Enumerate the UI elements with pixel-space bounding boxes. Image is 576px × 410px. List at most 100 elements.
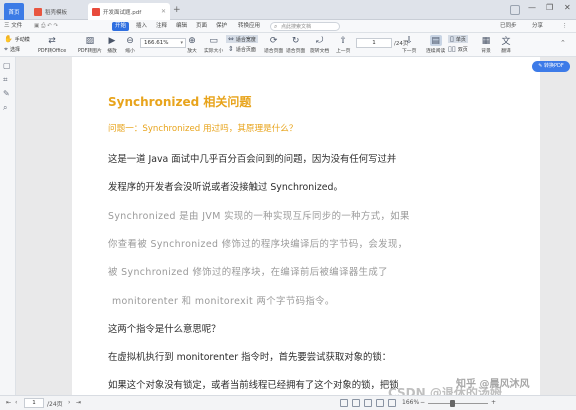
single-view-icon[interactable] xyxy=(364,399,372,407)
translate-button[interactable]: 文翻译 xyxy=(500,35,512,54)
zoom-out-button[interactable]: ⊖ 缩小 xyxy=(124,35,136,55)
maximize-icon[interactable]: ❐ xyxy=(546,3,553,12)
search-input[interactable]: ⌕ 点此搜索文档 xyxy=(270,22,340,31)
paragraph-line-4: 你查看被 Synchronized 修饰过的程序块编译后的字节码，会发现， xyxy=(108,239,408,250)
rotate-right-icon: ↻ xyxy=(291,35,300,46)
hand-tool-label: 手动模 xyxy=(14,36,30,43)
tab-home[interactable]: 首页 xyxy=(4,3,24,20)
left-sidebar: ▢ ⌗ ✎ ⌕ xyxy=(0,57,16,395)
bookmark-icon[interactable]: ⌗ xyxy=(3,75,8,85)
pdf-to-office-button[interactable]: ⇄ PDF转Office xyxy=(38,35,67,55)
translate-icon: 文 xyxy=(501,37,511,47)
rotate-right-button[interactable]: ↻ 适合页面 xyxy=(286,35,305,55)
document-area[interactable]: Synchronized 相关问题 问题一：Synchronized 用过吗，其… xyxy=(16,57,576,395)
select-tool-button[interactable]: ⌖ 选择 xyxy=(4,45,20,54)
zoom-slider-thumb[interactable] xyxy=(450,400,455,407)
single-page-button[interactable]: ▯ 单页 xyxy=(448,35,468,43)
tab-bar: 首页 稻壳模板 开发面试题.pdf ✕ + — ❐ ✕ xyxy=(0,0,576,20)
menu-start[interactable]: 开始 xyxy=(112,22,130,31)
convert-pdf-button[interactable]: ✎ 转换PDF xyxy=(532,61,570,72)
menu-insert[interactable]: 插入 xyxy=(136,22,147,31)
file-menu[interactable]: 三 文件 xyxy=(4,22,22,31)
status-zoom-value: 166% xyxy=(402,399,420,406)
quick-access-icons[interactable]: ▣ ⎙ ↶ ↷ xyxy=(34,22,58,31)
last-page-icon[interactable]: ⇥ xyxy=(76,399,81,406)
search-placeholder: 点此搜索文档 xyxy=(281,24,312,30)
status-page-total: /24页 xyxy=(47,401,63,408)
page-number-input[interactable]: 1 xyxy=(356,38,392,48)
more-icon[interactable]: ⋮ xyxy=(562,22,568,31)
play-icon: ▶ xyxy=(108,35,116,46)
menu-convert[interactable]: 转换应用 xyxy=(238,22,260,31)
rotate-doc-button[interactable]: ⤾ 旋转文档 xyxy=(310,35,329,55)
prev-page-button[interactable]: ⇧ 上一页 xyxy=(336,35,350,55)
rotate-icon: ⟳ xyxy=(269,35,278,46)
zoom-in-icon: ⊕ xyxy=(188,35,196,46)
tab-template[interactable]: 稻壳模板 xyxy=(30,3,86,20)
pdf-to-office-label: PDF转Office xyxy=(38,49,67,54)
toolbar: ✋ 手动模 ⌖ 选择 ⇄ PDF转Office ▨ PDF转图片 ▶ 播放 ⊖ 缩小 166… xyxy=(0,33,576,57)
actual-size-label: 实际大小 xyxy=(204,49,224,54)
add-tab-icon[interactable]: + xyxy=(173,5,181,15)
translate-label: 翻译 xyxy=(501,49,511,54)
actual-size-icon: ▭ xyxy=(209,35,218,46)
actual-size-button[interactable]: ▭ 实际大小 xyxy=(204,35,224,55)
paragraph-line-6: monitorenter 和 monitorexit 两个字节码指令。 xyxy=(112,296,335,307)
hand-icon: ✋ xyxy=(4,35,13,43)
search-icon: ⌕ xyxy=(274,23,278,30)
search-sidebar-icon[interactable]: ⌕ xyxy=(3,103,7,113)
status-zoom-in[interactable]: + xyxy=(491,399,496,406)
background-icon: ▦ xyxy=(481,35,491,46)
pdf-to-image-button[interactable]: ▨ PDF转图片 xyxy=(78,35,102,55)
prev-page-icon[interactable]: ‹ xyxy=(15,399,17,406)
status-zoom-out[interactable]: − xyxy=(420,399,425,406)
pdf-to-office-icon: ⇄ xyxy=(48,35,56,46)
double-page-button[interactable]: ▯▯ 双页 xyxy=(448,45,468,53)
tab-pdf-label: 开发面试题.pdf xyxy=(103,9,142,16)
zoom-value: 166.61% xyxy=(144,40,169,46)
minimize-icon[interactable]: — xyxy=(528,3,536,12)
fit-width-label: 适合宽度 xyxy=(235,36,256,43)
paragraph-line-8: 在虚拟机执行到 monitorenter 指令时，首先要尝试获取对象的锁： xyxy=(108,352,392,363)
window-layout-icon[interactable] xyxy=(510,5,520,15)
tab-pdf-document[interactable]: 开发面试题.pdf ✕ xyxy=(88,3,170,20)
page-heading: Synchronized 相关问题 xyxy=(108,95,252,109)
background-label: 背景 xyxy=(481,49,491,54)
status-page-input[interactable]: 1 xyxy=(24,398,44,408)
zoom-in-button[interactable]: ⊕ 放大 xyxy=(186,35,198,55)
thumbnail-icon[interactable]: ▢ xyxy=(3,61,11,70)
image-icon: ▨ xyxy=(85,35,95,46)
collapse-toolbar-icon[interactable]: ⌃ xyxy=(560,39,566,47)
menu-protect[interactable]: 保护 xyxy=(216,22,227,31)
fit-page-button[interactable]: ⇕ 适合页面 xyxy=(228,45,256,53)
play-button[interactable]: ▶ 播放 xyxy=(106,35,118,55)
close-window-icon[interactable]: ✕ xyxy=(564,3,571,12)
next-page-label: 下一页 xyxy=(402,49,417,54)
zoom-select[interactable]: 166.61% ▾ xyxy=(140,38,186,48)
annotation-icon[interactable]: ✎ xyxy=(3,89,10,98)
page-number-value: 1 xyxy=(372,40,376,46)
fullscreen-icon[interactable] xyxy=(388,399,396,407)
sync-status[interactable]: 已同步 xyxy=(500,22,517,31)
background-button[interactable]: ▦ 背景 xyxy=(480,35,492,55)
first-page-icon[interactable]: ⇤ xyxy=(6,399,11,406)
fit-width-button[interactable]: ⇔ 适合宽度 xyxy=(226,35,258,43)
close-tab-icon[interactable]: ✕ xyxy=(161,8,166,15)
pdf-page: Synchronized 相关问题 问题一：Synchronized 用过吗，其… xyxy=(72,57,540,395)
double-view-icon[interactable] xyxy=(376,399,384,407)
menu-page[interactable]: 页面 xyxy=(196,22,207,31)
zoom-slider-track[interactable] xyxy=(428,403,488,404)
menu-annotate[interactable]: 注释 xyxy=(156,22,167,31)
next-page-button[interactable]: ⇩ 下一页 xyxy=(402,35,417,55)
eye-protect-icon[interactable] xyxy=(352,399,360,407)
view-mode-icon[interactable] xyxy=(340,399,348,407)
next-page-icon[interactable]: › xyxy=(68,399,70,406)
continuous-read-button[interactable]: ▤ 连续阅读 xyxy=(426,35,445,54)
share-button[interactable]: 分享 xyxy=(532,22,543,31)
menu-edit[interactable]: 编辑 xyxy=(176,22,187,31)
rotate-doc-icon: ⤾ xyxy=(315,35,324,46)
fit-width-icon: ⇔ xyxy=(228,35,234,43)
rotate-button[interactable]: ⟳ 适合页面 xyxy=(264,35,283,55)
hand-tool-button[interactable]: ✋ 手动模 xyxy=(4,35,30,43)
cursor-icon: ⌖ xyxy=(4,45,8,53)
